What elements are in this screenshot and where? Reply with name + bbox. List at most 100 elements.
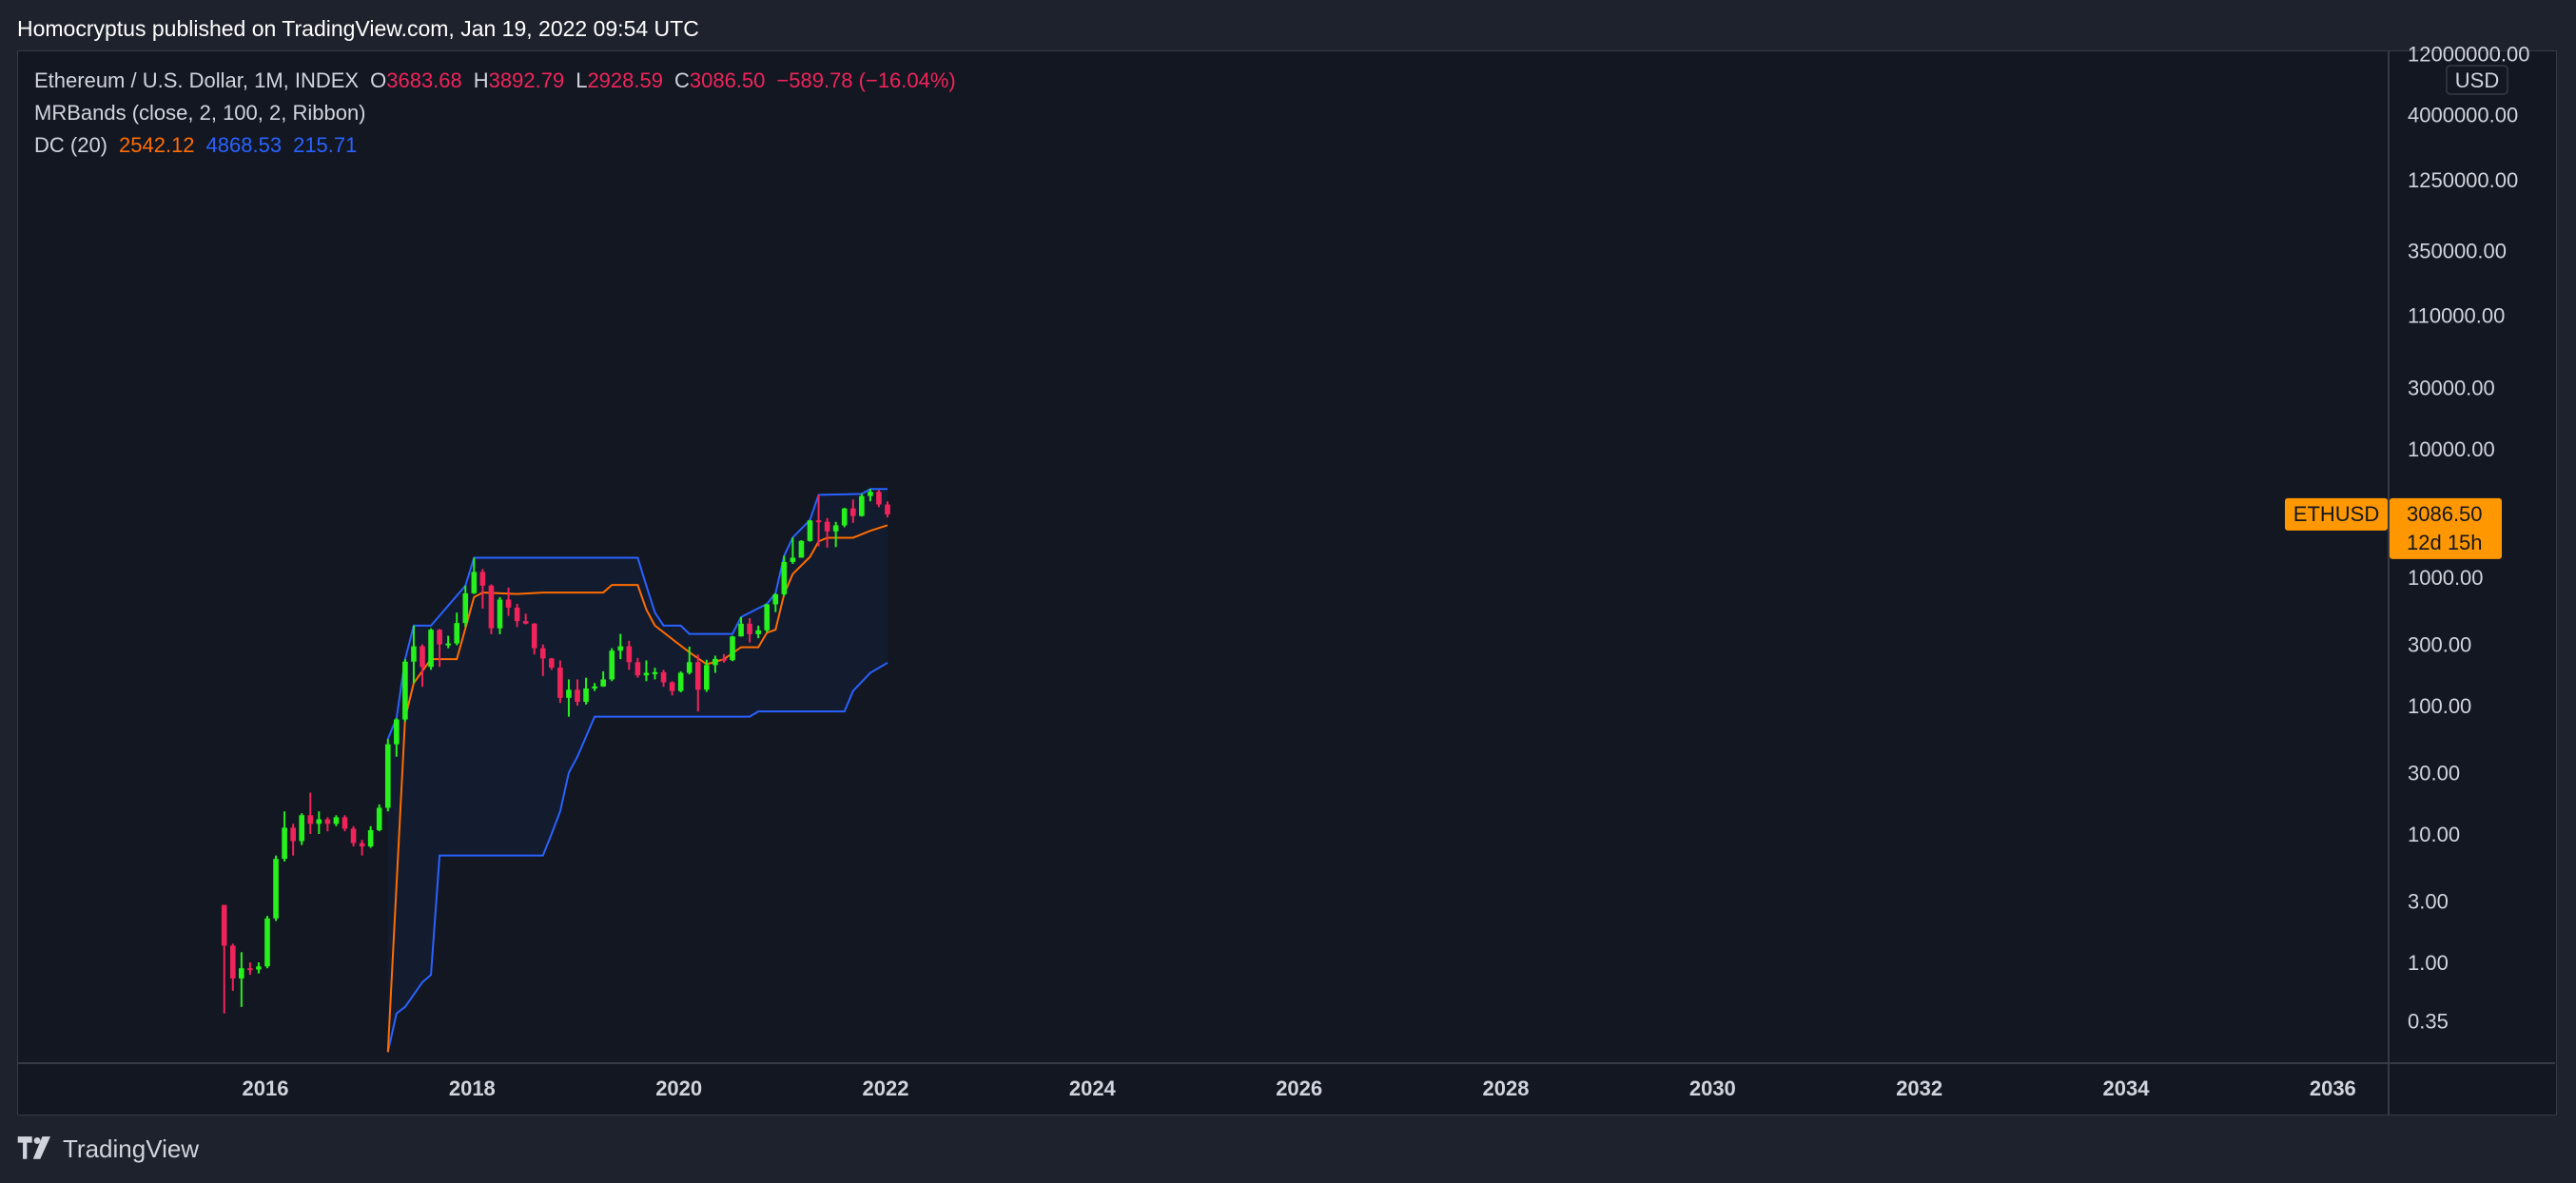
candle-body — [617, 646, 624, 651]
x-tick-label: 2032 — [1896, 1076, 1942, 1100]
candle — [359, 840, 365, 856]
candle-body — [316, 819, 322, 824]
tradingview-logo-icon — [17, 1136, 50, 1159]
footer-brand: TradingView — [63, 1134, 200, 1163]
candle-body — [488, 585, 495, 629]
candle-body — [575, 689, 580, 703]
candle-body — [394, 719, 400, 745]
candle-body — [704, 665, 710, 690]
legend-symbol[interactable]: Ethereum / U.S. Dollar, 1M, INDEX — [34, 68, 359, 92]
candle — [677, 670, 684, 692]
x-tick-label: 2022 — [863, 1076, 909, 1100]
candle-body — [505, 599, 512, 608]
y-tick-label: 300.00 — [2408, 633, 2471, 657]
y-tick-label: 12000000.00 — [2408, 42, 2529, 66]
candle-body — [402, 661, 408, 720]
candle — [350, 825, 357, 847]
candle-body — [273, 859, 279, 919]
candle-body — [514, 607, 520, 622]
x-tick-label: 2034 — [2103, 1076, 2151, 1100]
y-tick-label: 350000.00 — [2408, 240, 2507, 263]
candle — [807, 519, 813, 542]
candle-body — [712, 658, 718, 666]
legend-dc-label[interactable]: DC (20) — [34, 133, 107, 157]
candle-body — [566, 689, 572, 698]
price-tags: ETHUSD 3086.50 12d 15h — [2285, 497, 2502, 559]
candle — [229, 943, 236, 991]
symbol-tag-label: ETHUSD — [2293, 502, 2379, 526]
candle — [402, 659, 408, 722]
candle — [256, 962, 262, 974]
candle-body — [721, 658, 727, 661]
candle — [488, 584, 495, 634]
dc-band-fill — [387, 489, 888, 1053]
y-tick-label: 3.00 — [2408, 890, 2449, 914]
candle-body — [747, 623, 752, 634]
candle-body — [868, 492, 873, 496]
y-tick-label: 0.35 — [2408, 1010, 2449, 1034]
candle-body — [832, 525, 839, 532]
candle-body — [539, 648, 546, 659]
y-tick-label: 30000.00 — [2408, 377, 2495, 400]
candle-body — [626, 646, 633, 663]
chart-legend: Ethereum / U.S. Dollar, 1M, INDEX O3683.6… — [34, 65, 962, 162]
legend-dc-row[interactable]: DC (20) 2542.12 4868.53 215.71 — [34, 129, 962, 162]
candle-body — [256, 966, 262, 970]
candle — [376, 804, 382, 832]
legend-l-label: L — [576, 68, 588, 92]
y-tick-label: 1000.00 — [2408, 566, 2484, 590]
candle-body — [307, 815, 314, 824]
y-tick-label: 10.00 — [2408, 823, 2460, 846]
x-tick-label: 2028 — [1483, 1076, 1530, 1100]
candle-body — [807, 520, 813, 541]
y-tick-label: 1250000.00 — [2408, 168, 2518, 192]
candle-body — [730, 636, 735, 661]
candle-body — [694, 662, 701, 690]
candle-body — [790, 557, 796, 562]
legend-mrbands[interactable]: MRBands (close, 2, 100, 2, Ribbon) — [34, 101, 366, 125]
footer-branding[interactable]: TradingView — [17, 1130, 199, 1168]
price-chart[interactable]: 12000000.00 4000000.00 1250000.00 350000.00… — [0, 0, 2576, 1183]
candle-body — [497, 599, 503, 629]
candle-body — [342, 817, 348, 829]
candle-body — [885, 504, 890, 514]
price-tag-countdown: 12d 15h — [2407, 531, 2483, 554]
candle-body — [420, 646, 425, 668]
candle-body — [764, 604, 771, 630]
candle-body — [876, 492, 882, 505]
candle-body — [798, 540, 805, 558]
candle-body — [652, 671, 658, 674]
legend-change: −589.78 (−16.04%) — [776, 68, 956, 92]
candle-body — [686, 662, 693, 673]
legend-l-value: 2928.59 — [587, 68, 663, 92]
candle-body — [333, 817, 340, 824]
time-axis[interactable]: 2016 2018 2020 2022 2024 2026 2028 2030 2032 2034… — [243, 1076, 2356, 1100]
candle-body — [824, 521, 830, 532]
y-tick-label: 4000000.00 — [2408, 104, 2518, 127]
candle — [428, 628, 434, 670]
legend-o-label: O — [370, 68, 387, 92]
candle-body — [859, 495, 865, 516]
candle — [316, 811, 322, 834]
candle-body — [428, 630, 434, 668]
candle — [247, 962, 253, 976]
x-tick-label: 2024 — [1069, 1076, 1117, 1100]
candle-body — [359, 843, 365, 847]
legend-dc-basis: 2542.12 — [119, 133, 195, 157]
candle-body — [738, 623, 744, 637]
legend-mrbands-row[interactable]: MRBands (close, 2, 100, 2, Ribbon) — [34, 97, 962, 129]
y-tick-label: 1.00 — [2408, 951, 2449, 975]
x-tick-label: 2016 — [243, 1076, 289, 1100]
candle-body — [299, 815, 305, 842]
candle-body — [376, 807, 382, 831]
candle-body — [454, 623, 460, 644]
candle — [264, 916, 270, 969]
legend-dc-lower: 215.71 — [293, 133, 358, 157]
candle — [859, 494, 865, 517]
x-tick-label: 2018 — [449, 1076, 496, 1100]
candle-body — [264, 918, 270, 967]
candle-body — [549, 658, 555, 668]
candle-body — [669, 682, 675, 691]
candle — [609, 648, 615, 682]
candle — [876, 490, 882, 508]
